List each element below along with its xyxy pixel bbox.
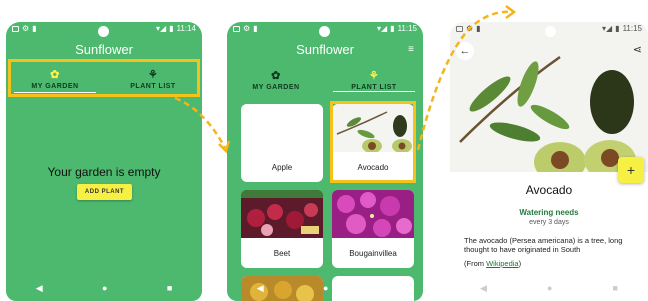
camera-cutout bbox=[319, 26, 330, 37]
nav-bar: ◀ ● ■ bbox=[6, 281, 202, 295]
watering-needs-value: every 3 days bbox=[529, 219, 569, 226]
status-time: 11:15 bbox=[622, 24, 642, 33]
plant-detail-name: Avocado bbox=[525, 183, 573, 197]
home-nav-icon[interactable]: ● bbox=[547, 283, 552, 293]
recents-nav-icon[interactable]: ■ bbox=[388, 283, 393, 293]
plant-card-apple[interactable]: Apple bbox=[241, 104, 323, 182]
plant-description: The avocado (Persea americana) is a tree… bbox=[464, 236, 623, 254]
tab-label: PLANT LIST bbox=[351, 84, 397, 91]
home-nav-icon[interactable]: ● bbox=[102, 283, 107, 293]
nav-bar: ◀ ● ■ bbox=[450, 281, 648, 295]
home-nav-icon[interactable]: ● bbox=[323, 283, 328, 293]
wikipedia-link[interactable]: Wikipedia bbox=[486, 259, 519, 268]
back-nav-icon[interactable]: ◀ bbox=[480, 283, 487, 294]
beet-image bbox=[241, 190, 323, 238]
camera-cutout bbox=[545, 26, 556, 37]
add-plant-button[interactable]: ADD PLANT bbox=[77, 184, 132, 200]
add-icon[interactable]: + bbox=[618, 157, 644, 183]
hero-image bbox=[450, 22, 648, 182]
camera-cutout bbox=[98, 26, 109, 37]
tab-label: MY GARDEN bbox=[252, 84, 300, 91]
bougainvillea-image bbox=[332, 190, 414, 238]
plant-card-bougainvillea[interactable]: Bougainvillea bbox=[332, 190, 414, 268]
plant-name: Apple bbox=[271, 163, 293, 172]
highlight-tabs bbox=[8, 59, 200, 97]
watering-needs-title: Watering needs bbox=[519, 208, 579, 217]
nav-bar: ◀ ● ■ bbox=[227, 281, 423, 295]
status-time: 11:14 bbox=[176, 24, 196, 33]
recents-nav-icon[interactable]: ■ bbox=[613, 283, 618, 293]
plant-name: Beet bbox=[273, 249, 291, 258]
back-nav-icon[interactable]: ◀ bbox=[36, 283, 43, 294]
plant-source: (From Wikipedia) bbox=[464, 259, 522, 268]
tab-my-garden[interactable]: ✿ MY GARDEN bbox=[227, 66, 325, 94]
plant-icon: ⚘ bbox=[368, 70, 380, 82]
back-nav-icon[interactable]: ◀ bbox=[257, 283, 264, 294]
plant-name: Bougainvillea bbox=[349, 249, 397, 258]
status-time: 11:15 bbox=[397, 24, 417, 33]
phone-plant-detail: ⚙ ▮ ▾◢ ▮ 11:15 ← ⋖ + Avocado Watering needs… bbox=[450, 22, 648, 301]
empty-garden-text: Your garden is empty bbox=[47, 165, 161, 179]
app-title: Sunflower bbox=[75, 42, 133, 57]
recents-nav-icon[interactable]: ■ bbox=[167, 283, 172, 293]
plant-card-beet[interactable]: Beet bbox=[241, 190, 323, 268]
flower-icon: ✿ bbox=[271, 70, 281, 82]
tab-bar: ✿ MY GARDEN ⚘ PLANT LIST bbox=[227, 66, 423, 94]
highlight-avocado bbox=[330, 101, 416, 183]
back-arrow-icon[interactable]: ← bbox=[456, 42, 474, 60]
filter-icon[interactable]: ≡ bbox=[408, 44, 414, 55]
tab-plant-list[interactable]: ⚘ PLANT LIST bbox=[325, 66, 423, 94]
share-icon[interactable]: ⋖ bbox=[633, 43, 642, 56]
app-title: Sunflower bbox=[296, 42, 354, 57]
